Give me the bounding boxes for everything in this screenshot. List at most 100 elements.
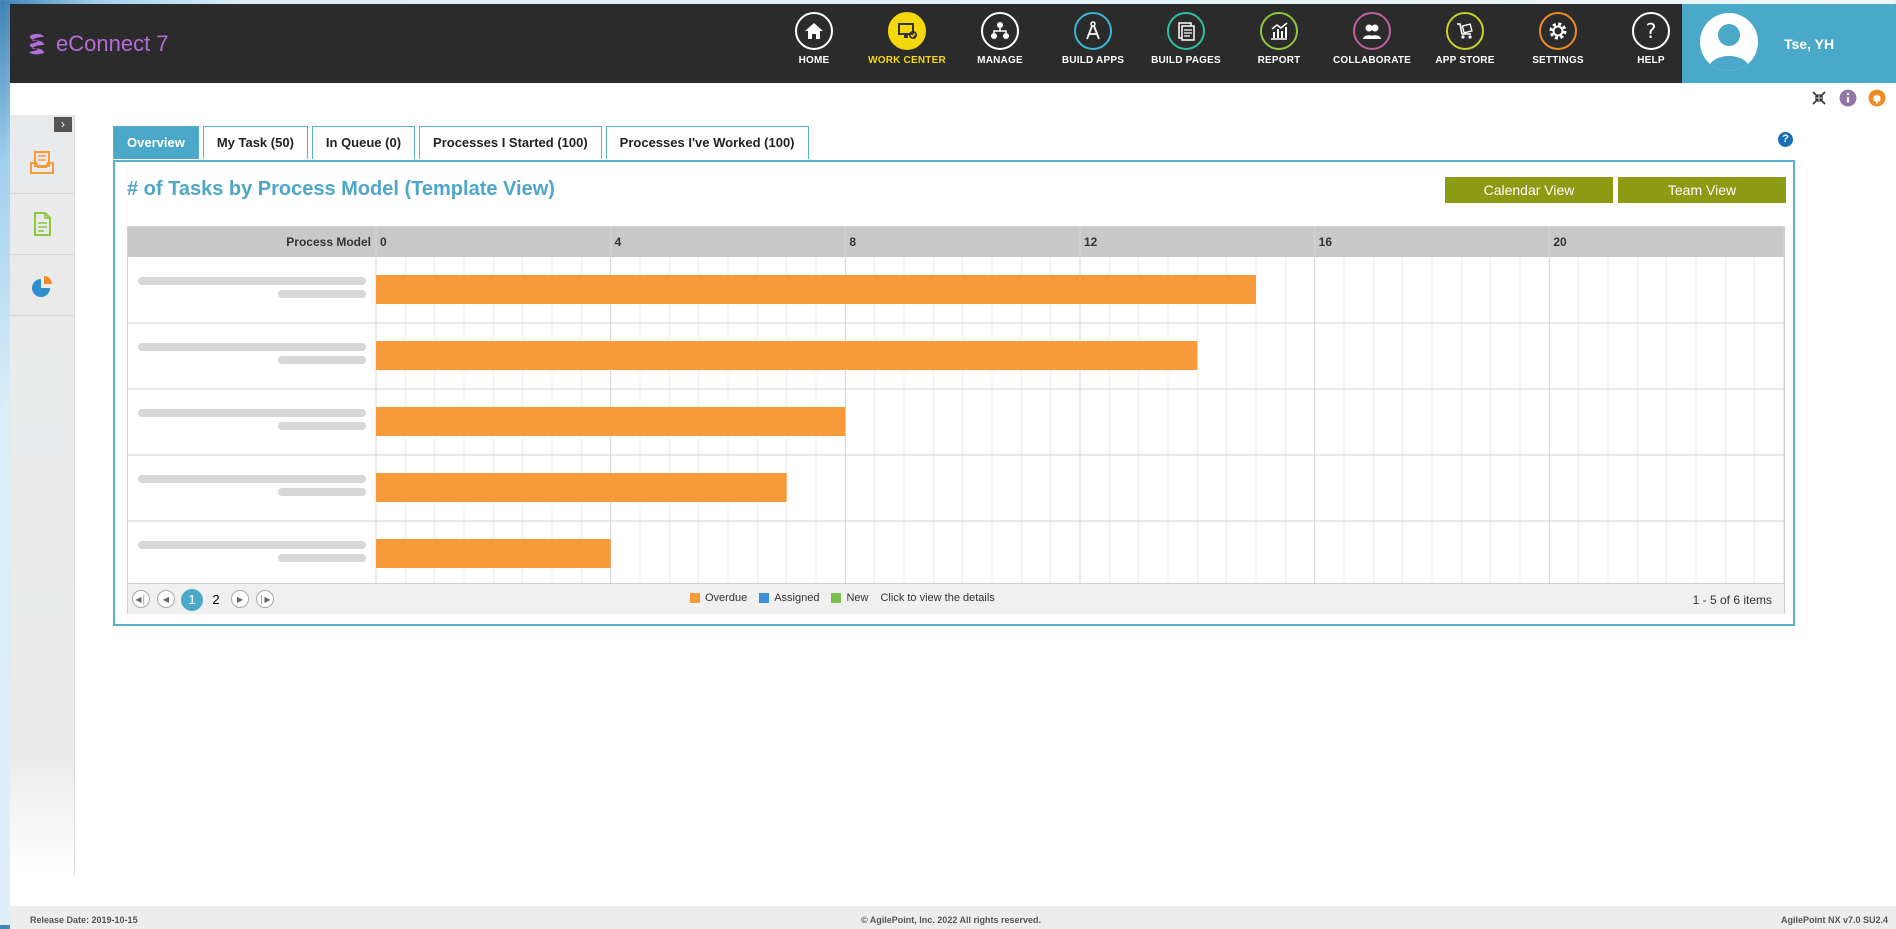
user-name: Tse, YH	[1784, 36, 1835, 52]
manage-icon	[981, 12, 1019, 50]
inbox-tasks-icon	[30, 151, 54, 174]
nav-work-center[interactable]: WORK CENTER	[864, 12, 950, 66]
home-icon	[795, 12, 833, 50]
sidebar-inbox-button[interactable]	[10, 133, 74, 194]
calendar-view-button[interactable]: Calendar View	[1445, 177, 1613, 203]
nav-label: WORK CENTER	[868, 55, 946, 66]
top-navigation-bar: eConnect 7 HOME WORK CENTER MANAGE BUILD…	[10, 4, 1896, 83]
econnect-logo-icon	[29, 33, 44, 55]
x-tick-label: 16	[1319, 235, 1333, 249]
category-label-blurred	[138, 343, 366, 351]
app-frame: eConnect 7 HOME WORK CENTER MANAGE BUILD…	[10, 4, 1896, 929]
nav-label: COLLABORATE	[1332, 55, 1412, 66]
tab-in-queue[interactable]: In Queue (0)	[311, 126, 416, 159]
chart-footer: ◀│ ◀ 1 2 ▶ │▶ Overdue Assigned New Click…	[128, 583, 1784, 614]
legend-swatch	[759, 593, 770, 603]
bar-overdue	[376, 407, 846, 436]
nav-label: APP STORE	[1435, 55, 1495, 66]
nav-app-store[interactable]: APP STORE	[1422, 12, 1508, 66]
legend-label: Assigned	[774, 592, 820, 604]
nav-report[interactable]: REPORT	[1236, 12, 1322, 66]
copyright: © AgilePoint, Inc. 2022 All rights reser…	[861, 915, 1042, 925]
tab-processes-ive-worked[interactable]: Processes I've Worked (100)	[605, 126, 809, 159]
bar-overdue	[376, 473, 787, 502]
version: AgilePoint NX v7.0 SU2.4	[1780, 915, 1888, 925]
legend-item-new[interactable]: New	[831, 592, 868, 604]
next-page-icon[interactable]: ▶	[231, 590, 249, 608]
sidebar-reports-button[interactable]	[10, 255, 74, 316]
avatar	[1700, 13, 1758, 71]
category-label-blurred	[278, 554, 366, 562]
category-label-blurred	[278, 488, 366, 496]
first-page-icon[interactable]: ◀│	[132, 590, 150, 608]
items-count: 1 - 5 of 6 items	[1692, 593, 1772, 607]
legend-swatch	[831, 593, 842, 603]
nav-build-apps[interactable]: BUILD APPS	[1050, 12, 1136, 66]
legend-item-assigned[interactable]: Assigned	[759, 592, 819, 604]
x-tick-label: 4	[615, 235, 622, 249]
collapse-icon[interactable]	[1809, 88, 1829, 108]
category-label-blurred	[138, 541, 366, 549]
x-tick-label: 8	[849, 235, 856, 249]
sidebar-forms-button[interactable]	[10, 194, 74, 255]
notification-bell-icon[interactable]	[1867, 88, 1887, 108]
team-view-button[interactable]: Team View	[1618, 177, 1786, 203]
nav-label: BUILD PAGES	[1151, 55, 1221, 66]
category-label-blurred	[278, 356, 366, 364]
chart-legend: Overdue Assigned New Click to view the d…	[690, 592, 995, 604]
category-label-blurred	[138, 475, 366, 483]
previous-page-icon[interactable]: ◀	[157, 590, 175, 608]
tab-my-task[interactable]: My Task (50)	[202, 126, 308, 159]
release-date: Release Date: 2019-10-15	[30, 915, 138, 925]
category-label-blurred	[278, 290, 366, 298]
work-center-tabs: Overview My Task (50) In Queue (0) Proce…	[113, 126, 813, 160]
pie-chart-icon	[32, 276, 52, 297]
nav-collaborate[interactable]: COLLABORATE	[1329, 12, 1415, 66]
build-apps-icon	[1074, 12, 1112, 50]
page-footer: Release Date: 2019-10-15 © AgilePoint, I…	[10, 906, 1896, 929]
nav-settings[interactable]: SETTINGS	[1515, 12, 1601, 66]
user-avatar-icon	[1708, 24, 1750, 71]
nav-manage[interactable]: MANAGE	[957, 12, 1043, 66]
x-tick-label: 20	[1553, 235, 1567, 249]
overview-panel: # of Tasks by Process Model (Template Vi…	[113, 160, 1795, 626]
app-title: eConnect 7	[56, 31, 169, 56]
bar-chart: Process Model 0 4 8 12 16 20	[128, 227, 1784, 583]
nav-build-pages[interactable]: BUILD PAGES	[1143, 12, 1229, 66]
page-number-1[interactable]: 1	[181, 589, 203, 611]
category-label-blurred	[138, 409, 366, 417]
nav-label: HOME	[798, 55, 830, 66]
app-store-icon	[1446, 12, 1484, 50]
legend-label: Overdue	[705, 592, 748, 604]
tab-overview[interactable]: Overview	[113, 126, 199, 159]
legend-item-overdue[interactable]: Overdue	[690, 592, 747, 604]
bar-overdue	[376, 341, 1198, 370]
work-center-icon	[888, 12, 926, 50]
legend-hint: Click to view the details	[880, 592, 995, 604]
collaborate-icon	[1353, 12, 1391, 50]
nav-label: REPORT	[1257, 55, 1301, 66]
info-icon[interactable]	[1838, 88, 1858, 108]
nav-label: MANAGE	[977, 55, 1023, 66]
category-header-label: Process Model	[286, 235, 371, 249]
left-sidebar: ›	[10, 115, 75, 875]
build-pages-icon	[1167, 12, 1205, 50]
page-number-2[interactable]: 2	[205, 589, 227, 611]
nav-label: SETTINGS	[1532, 55, 1584, 66]
nav-home[interactable]: HOME	[771, 12, 857, 66]
legend-swatch	[690, 593, 700, 603]
tab-processes-i-started[interactable]: Processes I Started (100)	[419, 126, 602, 159]
user-menu[interactable]: Tse, YH	[1682, 4, 1896, 83]
category-label-blurred	[278, 422, 366, 430]
settings-icon	[1539, 12, 1577, 50]
category-label-blurred	[138, 277, 366, 285]
page-help-icon[interactable]: ?	[1778, 132, 1793, 147]
document-icon	[34, 212, 51, 236]
sidebar-expand-chevron-icon[interactable]: ›	[54, 117, 72, 132]
app-brand[interactable]: eConnect 7	[24, 26, 169, 62]
nav-label: BUILD APPS	[1061, 55, 1125, 66]
last-page-icon[interactable]: │▶	[256, 590, 274, 608]
help-icon: ?	[1632, 12, 1670, 50]
x-tick-label: 12	[1084, 235, 1098, 249]
bar-overdue	[376, 539, 611, 568]
